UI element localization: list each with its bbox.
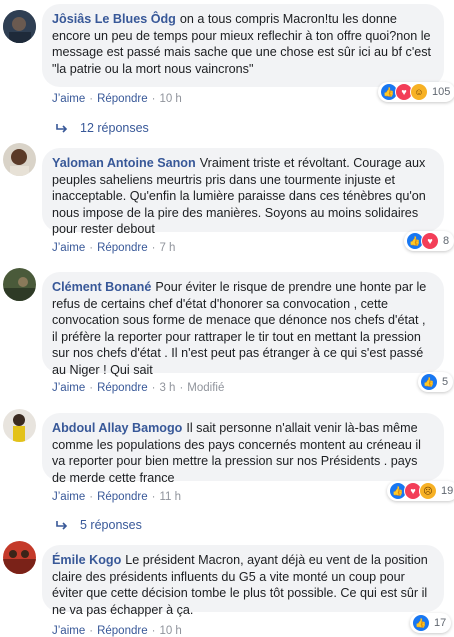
replies-count: 5 réponses (80, 518, 142, 532)
replies-count: 12 réponses (80, 121, 149, 135)
like-button[interactable]: J’aime (52, 625, 85, 637)
separator: · (151, 382, 156, 394)
avatar-image (3, 10, 36, 43)
comment-author[interactable]: Clément Bonané (52, 280, 151, 294)
reaction-count: 5 (442, 376, 449, 388)
view-replies-link[interactable]: 12 réponses (56, 121, 149, 135)
comment-bubble: Yaloman Antoine Sanon Vraiment triste et … (42, 148, 444, 236)
timestamp[interactable]: 10 h (159, 625, 181, 637)
comment-actions: J’aime · Répondre · 3 h · Modifié (52, 382, 224, 394)
avatar-image (3, 143, 36, 176)
reaction-count: 105 (432, 86, 451, 98)
comment-actions: J’aime · Répondre · 10 h (52, 93, 182, 105)
comment-actions: J’aime · Répondre · 7 h (52, 242, 175, 254)
separator: · (89, 382, 94, 394)
separator: · (89, 491, 94, 503)
avatar-image (3, 541, 36, 574)
comment-author[interactable]: Abdoul Allay Bamogo (52, 421, 182, 435)
comment-actions: J’aime · Répondre · 11 h (52, 491, 181, 503)
timestamp[interactable]: 11 h (159, 491, 181, 503)
reply-button[interactable]: Répondre (97, 382, 148, 394)
like-button[interactable]: J’aime (52, 491, 85, 503)
reaction-summary[interactable]: 👍 ♥ ☺ 105 (378, 82, 454, 102)
avatar-image (3, 268, 36, 301)
reaction-count: 17 (434, 617, 447, 629)
love-icon: ♥ (421, 232, 439, 250)
view-replies-link[interactable]: 5 réponses (56, 518, 142, 532)
reply-button[interactable]: Répondre (97, 242, 148, 254)
separator: · (89, 625, 94, 637)
reply-button[interactable]: Répondre (97, 93, 148, 105)
separator: · (151, 242, 156, 254)
timestamp[interactable]: 10 h (159, 93, 181, 105)
separator: · (89, 242, 94, 254)
avatar-image (3, 409, 36, 442)
reaction-summary[interactable]: 👍 5 (418, 372, 454, 392)
separator: · (179, 382, 184, 394)
comment-author[interactable]: Jôsiâs Le Blues Ôdg (52, 12, 176, 26)
avatar[interactable] (3, 268, 36, 301)
comment-bubble: Abdoul Allay Bamogo Il sait personne n'al… (42, 413, 444, 485)
like-icon: 👍 (412, 614, 430, 632)
avatar[interactable] (3, 409, 36, 442)
reply-arrow-icon (56, 521, 68, 530)
avatar[interactable] (3, 143, 36, 176)
separator: · (151, 491, 156, 503)
reaction-summary[interactable]: 👍 ♥ ☹ 19 (387, 481, 454, 501)
separator: · (89, 93, 94, 105)
comment-bubble: Clément Bonané Pour éviter le risque de p… (42, 272, 444, 377)
reply-button[interactable]: Répondre (97, 625, 148, 637)
separator: · (151, 93, 156, 105)
reaction-count: 19 (441, 485, 454, 497)
haha-icon: ☺ (410, 83, 428, 101)
avatar[interactable] (3, 10, 36, 43)
comment-author[interactable]: Émile Kogo (52, 553, 121, 567)
timestamp[interactable]: 7 h (159, 242, 175, 254)
reaction-summary[interactable]: 👍 ♥ 8 (404, 231, 454, 251)
like-button[interactable]: J’aime (52, 382, 85, 394)
comment-bubble: Jôsiâs Le Blues Ôdg on a tous compris Mac… (42, 4, 444, 87)
separator: · (151, 625, 156, 637)
reaction-count: 8 (443, 235, 450, 247)
comment-text: Pour éviter le risque de prendre une hon… (52, 280, 427, 377)
reply-arrow-icon (56, 124, 68, 133)
avatar[interactable] (3, 541, 36, 574)
comment-author[interactable]: Yaloman Antoine Sanon (52, 156, 196, 170)
comment-actions: J’aime · Répondre · 10 h (52, 625, 182, 637)
like-button[interactable]: J’aime (52, 93, 85, 105)
like-icon: 👍 (420, 373, 438, 391)
reply-button[interactable]: Répondre (97, 491, 148, 503)
comment-bubble: Émile Kogo Le président Macron, ayant déj… (42, 545, 444, 617)
modified-label[interactable]: Modifié (187, 382, 224, 394)
like-button[interactable]: J’aime (52, 242, 85, 254)
reaction-summary[interactable]: 👍 17 (410, 613, 452, 633)
sad-icon: ☹ (419, 482, 437, 500)
timestamp[interactable]: 3 h (159, 382, 175, 394)
